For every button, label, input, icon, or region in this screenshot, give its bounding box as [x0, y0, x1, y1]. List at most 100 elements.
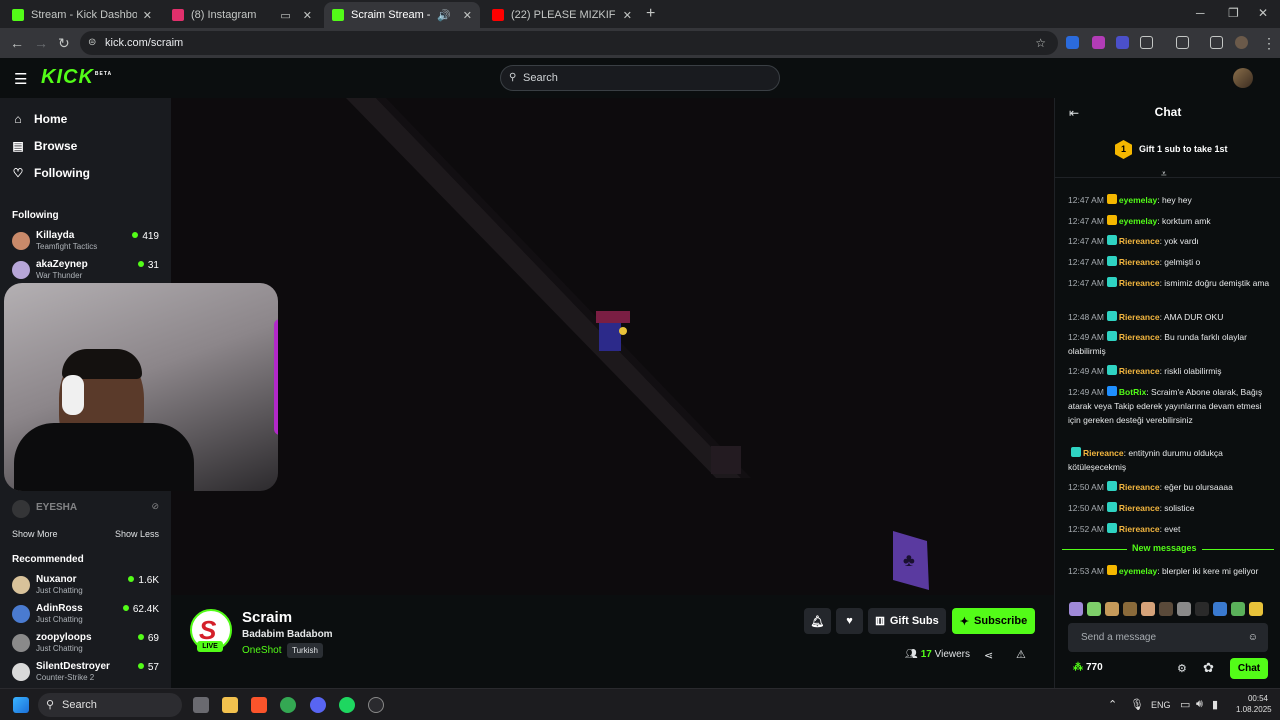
taskbar-search[interactable]: ⚲ Search: [38, 693, 182, 717]
emote-icon[interactable]: [1105, 602, 1119, 616]
emote-icon[interactable]: [1177, 602, 1191, 616]
emote-icon[interactable]: [1069, 602, 1083, 616]
emoji-picker-icon[interactable]: ☺: [1248, 623, 1258, 652]
close-tab-icon[interactable]: ✕: [143, 9, 152, 22]
address-bar[interactable]: ⊜ kick.com/scraim ☆: [80, 31, 1058, 55]
new-tab-icon[interactable]: +: [646, 5, 655, 23]
reload-icon[interactable]: ↻: [58, 35, 70, 52]
message-username[interactable]: Riereance: [1119, 257, 1160, 267]
extension-icon[interactable]: [1092, 36, 1105, 49]
minimize-icon[interactable]: ─: [1196, 6, 1205, 20]
chat-input[interactable]: Send a message ☺: [1068, 623, 1268, 652]
chrome-icon[interactable]: [280, 697, 296, 713]
browser-tab-kick-dashboard[interactable]: Stream - Kick Dashboard ✕: [4, 2, 160, 28]
volume-icon[interactable]: 🔊︎: [1196, 698, 1203, 711]
chat-settings-icon[interactable]: ⚙: [1177, 662, 1187, 675]
following-channel[interactable]: akaZeynep War Thunder 31: [12, 257, 159, 285]
channel-points[interactable]: ⁂ 770: [1073, 662, 1103, 673]
close-tab-icon[interactable]: ✕: [303, 9, 312, 22]
file-explorer-icon[interactable]: [222, 697, 238, 713]
message-username[interactable]: BotRix: [1119, 387, 1146, 397]
task-view-icon[interactable]: [193, 697, 209, 713]
close-tab-icon[interactable]: ✕: [463, 9, 472, 22]
gift-leaderboard[interactable]: 1 Gift 1 sub to take 1st: [1055, 128, 1280, 178]
network-icon[interactable]: ▭: [1180, 698, 1190, 711]
side-panel-icon[interactable]: [1176, 36, 1189, 49]
emote-icon[interactable]: [1087, 602, 1101, 616]
chat-rewards-icon[interactable]: ✿: [1203, 660, 1214, 676]
browser-tab-instagram[interactable]: (8) Instagram ▭ ✕: [164, 2, 320, 28]
battery-icon[interactable]: ▮: [1212, 698, 1218, 711]
speaker-icon[interactable]: 🔊: [437, 9, 451, 22]
notification-bell-button[interactable]: 🔔︎: [804, 608, 831, 634]
emote-icon[interactable]: [1249, 602, 1263, 616]
emote-icon[interactable]: [1231, 602, 1245, 616]
share-icon[interactable]: ⋖: [984, 649, 993, 662]
follow-button[interactable]: ♥: [836, 608, 863, 634]
maximize-icon[interactable]: ❐: [1228, 6, 1239, 20]
send-chat-button[interactable]: Chat: [1230, 658, 1268, 679]
discord-icon[interactable]: [310, 697, 326, 713]
message-username[interactable]: Riereance: [1119, 278, 1160, 288]
forward-icon[interactable]: →: [34, 35, 48, 51]
profile-avatar-icon[interactable]: [1235, 36, 1248, 49]
tray-chevron-icon[interactable]: ⌃: [1108, 698, 1117, 711]
clock[interactable]: 00:54 1.08.2025: [1236, 693, 1272, 715]
browser-tab-youtube[interactable]: (22) PLEASE MIZKIF FOLLOW M ✕: [484, 2, 640, 28]
emote-icon[interactable]: [1123, 602, 1137, 616]
message-username[interactable]: Riereance: [1119, 312, 1160, 322]
spotify-icon[interactable]: [339, 697, 355, 713]
extensions-puzzle-icon[interactable]: [1140, 36, 1153, 49]
sidebar-item-following[interactable]: ♡ Following: [12, 166, 90, 180]
recommended-channel[interactable]: zoopyloops Just Chatting 69: [12, 630, 159, 658]
extension-icon[interactable]: [1116, 36, 1129, 49]
message-username[interactable]: Riereance: [1119, 524, 1160, 534]
message-username[interactable]: Riereance: [1083, 448, 1124, 458]
hamburger-menu-icon[interactable]: ☰: [14, 70, 27, 88]
search-input[interactable]: ⚲ Search: [500, 65, 780, 91]
sidebar-item-browse[interactable]: ▤ Browse: [12, 139, 77, 153]
video-player[interactable]: ♣: [171, 98, 1054, 595]
browser-menu-icon[interactable]: ⋮: [1262, 35, 1276, 52]
pinned-toggle-icon[interactable]: ⩡: [1161, 169, 1167, 180]
extension-icon[interactable]: [1066, 36, 1079, 49]
tab-search-icon[interactable]: [1210, 36, 1223, 49]
emote-icon[interactable]: [1213, 602, 1227, 616]
stream-tag[interactable]: Turkish: [287, 643, 323, 658]
channel-name[interactable]: Scraim: [242, 609, 292, 626]
gift-subs-button[interactable]: ⚅ Gift Subs: [868, 608, 946, 634]
recommended-channel[interactable]: Nuxanor Just Chatting 1.6K: [12, 572, 159, 600]
message-username[interactable]: Riereance: [1119, 332, 1160, 342]
emote-icon[interactable]: [1195, 602, 1209, 616]
following-channel-offline[interactable]: EYESHA ⊘: [12, 496, 159, 524]
show-less-button[interactable]: Show Less: [115, 529, 159, 539]
recommended-channel[interactable]: SilentDestroyer Counter-Strike 2 57: [12, 659, 159, 687]
message-username[interactable]: Riereance: [1119, 236, 1160, 246]
following-channel[interactable]: Killayda Teamfight Tactics 419: [12, 228, 159, 256]
sidebar-item-home[interactable]: ⌂ Home: [12, 112, 67, 126]
back-icon[interactable]: ←: [10, 35, 24, 51]
message-username[interactable]: eyemelay: [1119, 195, 1157, 205]
language-indicator[interactable]: ENG: [1151, 700, 1171, 710]
emote-icon[interactable]: [1159, 602, 1173, 616]
kick-logo[interactable]: KICKBETA: [41, 66, 112, 89]
obs-icon[interactable]: [368, 697, 384, 713]
close-tab-icon[interactable]: ✕: [623, 9, 632, 22]
message-username[interactable]: eyemelay: [1119, 566, 1157, 576]
browser-tab-scraim[interactable]: Scraim Stream - Watch Live 🔊 ✕: [324, 2, 480, 28]
bookmark-star-icon[interactable]: ☆: [1035, 31, 1046, 55]
microphone-icon[interactable]: 🎙︎: [1130, 698, 1144, 711]
show-more-button[interactable]: Show More: [12, 529, 58, 539]
message-username[interactable]: eyemelay: [1119, 216, 1157, 226]
message-username[interactable]: Riereance: [1119, 503, 1160, 513]
message-username[interactable]: Riereance: [1119, 366, 1160, 376]
subscribe-button[interactable]: ✦ Subscribe: [952, 608, 1035, 634]
site-info-icon[interactable]: ⊜: [88, 31, 96, 55]
emote-icon[interactable]: [1141, 602, 1155, 616]
stream-category-link[interactable]: OneShot: [242, 645, 281, 656]
recommended-channel[interactable]: AdinRoss Just Chatting 62.4K: [12, 601, 159, 629]
brave-icon[interactable]: [251, 697, 267, 713]
close-window-icon[interactable]: ✕: [1258, 6, 1268, 20]
report-icon[interactable]: ⚠: [1016, 648, 1026, 661]
windows-start-icon[interactable]: [13, 697, 29, 713]
